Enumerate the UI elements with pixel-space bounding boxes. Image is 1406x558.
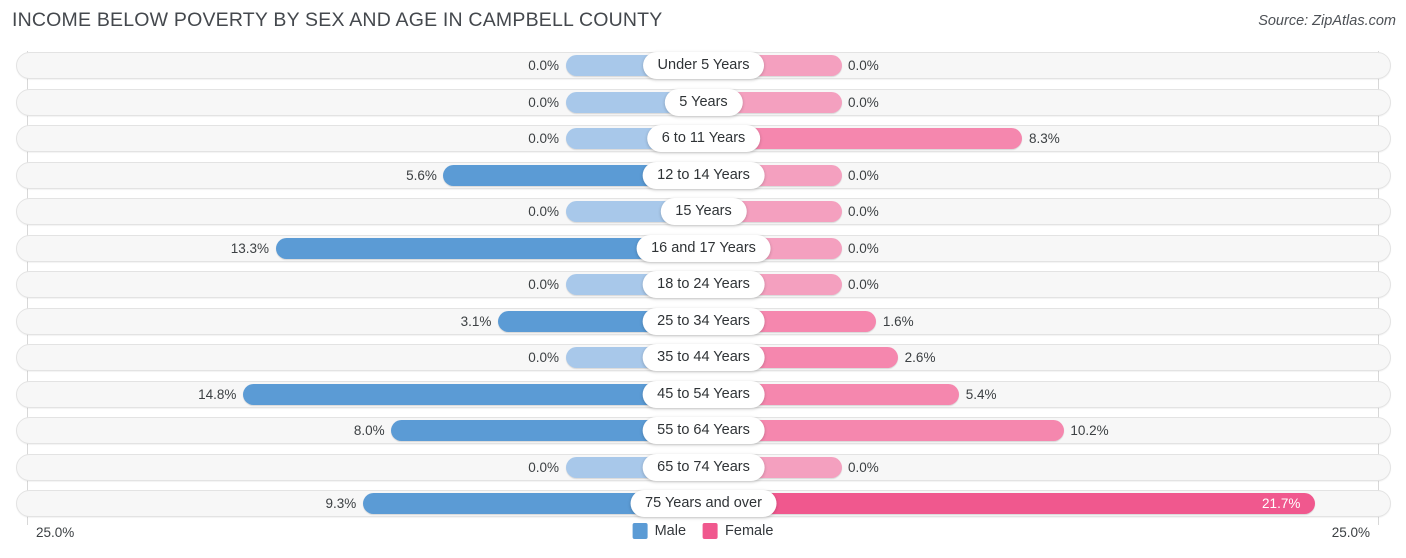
chart-row: 0.0% 0.0% 5 Years [13, 88, 1394, 118]
category-label: 75 Years and over [630, 490, 777, 517]
chart-row: 0.0% 0.0% 15 Years [13, 197, 1394, 227]
value-label-male: 8.0% [353, 423, 385, 438]
value-label-female: 0.0% [848, 240, 879, 256]
legend-item-female[interactable]: Female [703, 523, 773, 539]
value-label-female: 0.0% [848, 204, 879, 219]
value-label-male: 0.0% [528, 350, 559, 365]
value-label-female: 5.4% [965, 386, 997, 402]
value-label-female: 10.2% [1070, 423, 1109, 438]
chart-row: 14.8% 5.4% 45 to 54 Years [13, 380, 1394, 410]
value-label-male: 0.0% [528, 94, 559, 110]
category-label: 45 to 54 Years [642, 380, 765, 408]
value-label-female: 2.6% [904, 350, 936, 365]
category-label: 15 Years [660, 198, 747, 225]
value-label-male: 0.0% [528, 204, 559, 219]
chart-row: 0.0% 0.0% Under 5 Years [13, 51, 1394, 81]
chart-row: 3.1% 1.6% 25 to 34 Years [13, 307, 1394, 337]
category-label: 6 to 11 Years [646, 125, 761, 152]
category-label: 18 to 24 Years [642, 271, 765, 298]
value-label-female: 8.3% [1028, 131, 1060, 146]
value-label-female: 0.0% [848, 277, 879, 292]
category-label: 35 to 44 Years [642, 344, 765, 371]
category-label: Under 5 Years [642, 52, 765, 79]
legend-label: Male [654, 523, 687, 539]
legend-swatch-icon [632, 523, 648, 539]
value-label-female: 0.0% [848, 167, 879, 183]
value-label-male: 13.3% [230, 240, 270, 256]
value-label-male: 14.8% [198, 386, 237, 402]
value-label-male: 0.0% [528, 58, 559, 73]
chart-row: 0.0% 8.3% 6 to 11 Years [13, 124, 1394, 154]
chart-legend: Male Female [632, 523, 773, 539]
chart-row: 0.0% 0.0% 65 to 74 Years [13, 453, 1394, 483]
value-label-female: 21.7% [1262, 496, 1301, 511]
value-label-male: 0.0% [528, 277, 559, 292]
legend-item-male[interactable]: Male [632, 523, 687, 539]
category-label: 16 and 17 Years [636, 234, 771, 262]
chart-row: 13.3% 0.0% 16 and 17 Years [13, 234, 1394, 264]
axis-label-right: 25.0% [1331, 525, 1370, 540]
value-label-male: 5.6% [406, 167, 437, 183]
legend-swatch-icon [703, 523, 719, 539]
legend-label: Female [725, 523, 774, 539]
bar-male[interactable] [242, 383, 704, 405]
source-attribution: Source: ZipAtlas.com [1258, 13, 1396, 29]
value-label-female: 1.6% [882, 313, 914, 329]
value-label-male: 9.3% [325, 496, 357, 511]
category-label: 65 to 74 Years [642, 453, 765, 481]
category-label: 25 to 34 Years [642, 307, 765, 335]
value-label-male: 3.1% [460, 313, 492, 329]
value-label-female: 0.0% [848, 459, 879, 475]
value-label-male: 0.0% [528, 131, 559, 146]
category-label: 5 Years [664, 88, 743, 116]
chart-row: 8.0% 10.2% 55 to 64 Years [13, 416, 1394, 446]
chart-row: 5.6% 0.0% 12 to 14 Years [13, 161, 1394, 191]
chart-row: 0.0% 2.6% 35 to 44 Years [13, 343, 1394, 373]
value-label-female: 0.0% [848, 58, 879, 73]
value-label-male: 0.0% [528, 459, 559, 475]
chart-row: 0.0% 0.0% 18 to 24 Years [13, 270, 1394, 300]
bar-female[interactable] [703, 493, 1315, 514]
page-title: INCOME BELOW POVERTY BY SEX AND AGE IN C… [12, 9, 663, 31]
category-label: 55 to 64 Years [642, 417, 765, 444]
chart-row: 9.3% 21.7% 75 Years and over [13, 489, 1394, 519]
axis-label-left: 25.0% [36, 525, 75, 540]
plot-area: 0.0% 0.0% Under 5 Years 0.0% 0.0% 5 Years 0.0%… [13, 51, 1394, 525]
value-label-female: 0.0% [848, 94, 879, 110]
category-label: 12 to 14 Years [642, 161, 765, 189]
chart-container: INCOME BELOW POVERTY BY SEX AND AGE IN C… [0, 0, 1406, 558]
